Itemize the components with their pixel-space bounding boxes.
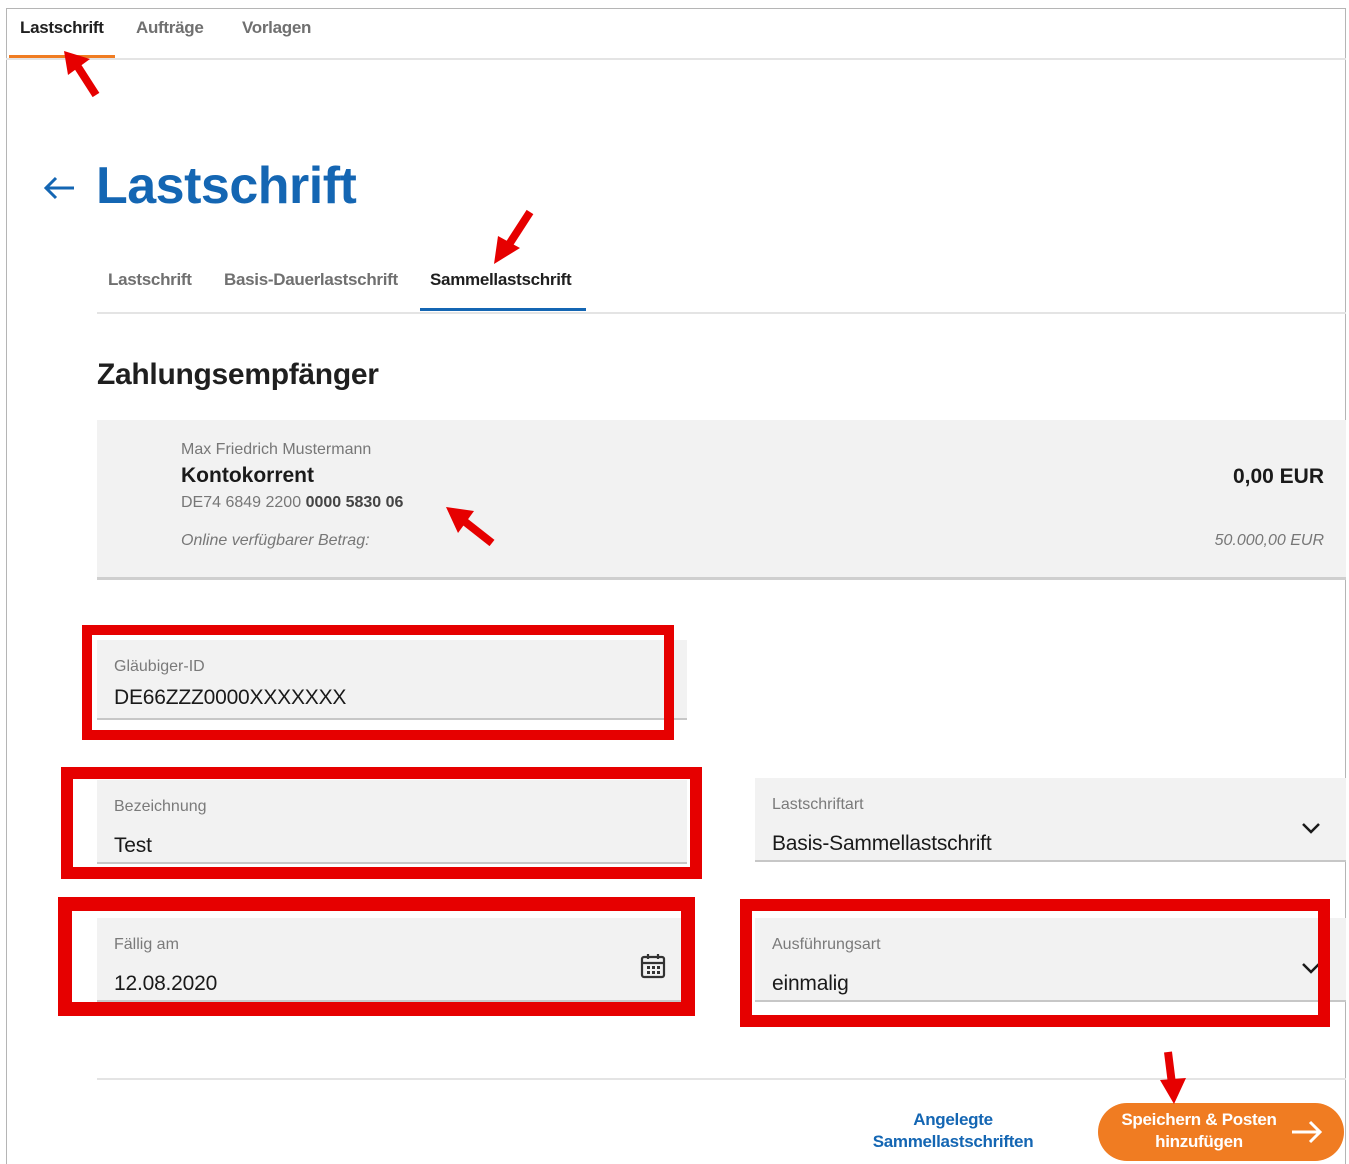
footer-divider (97, 1078, 1346, 1080)
available-amount-label: Online verfügbarer Betrag: (181, 532, 370, 549)
chevron-down-icon[interactable] (1297, 954, 1325, 982)
top-tab-vorlagen[interactable]: Vorlagen (242, 18, 311, 38)
bezeichnung-label: Bezeichnung (114, 798, 207, 815)
glaeubiger-id-field[interactable]: Gläubiger-ID DE66ZZZ0000XXXXXXX (97, 640, 687, 720)
save-button-label: Speichern & Posten hinzufügen (1112, 1109, 1286, 1153)
tab-basis-dauerlastschrift[interactable]: Basis-Dauerlastschrift (224, 270, 398, 290)
arrow-left-icon[interactable] (42, 170, 76, 206)
page-title: Lastschrift (96, 157, 357, 215)
top-tab-lastschrift[interactable]: Lastschrift (20, 18, 104, 38)
save-label-line-2: hinzufügen (1155, 1132, 1243, 1151)
glaeubiger-id-label: Gläubiger-ID (114, 658, 205, 675)
faellig-am-label: Fällig am (114, 936, 179, 953)
calendar-icon[interactable] (639, 952, 667, 980)
ausfuehrungsart-select[interactable]: Ausführungsart einmalig (755, 918, 1346, 1002)
ausfuehrungsart-label: Ausführungsart (772, 936, 881, 953)
tab-lastschrift[interactable]: Lastschrift (108, 270, 192, 290)
account-name: Kontokorrent (181, 464, 314, 487)
ausfuehrungsart-value: einmalig (772, 972, 849, 995)
iban-prefix: DE74 6849 2200 (181, 494, 302, 511)
link-line-2: Sammellastschriften (872, 1132, 1034, 1151)
active-tab-indicator (9, 55, 115, 58)
faellig-am-field[interactable]: Fällig am 12.08.2020 (97, 918, 687, 1002)
save-label-line-1: Speichern & Posten (1121, 1110, 1277, 1129)
save-and-add-items-button[interactable]: Speichern & Posten hinzufügen (1098, 1103, 1344, 1161)
available-amount-value: 50.000,00 EUR (1214, 532, 1324, 549)
account-balance: 0,00 EUR (1232, 465, 1324, 488)
sub-tab-bar: Lastschrift Basis-Dauerlastschrift Samme… (97, 262, 1346, 314)
bezeichnung-field[interactable]: Bezeichnung Test (97, 780, 687, 864)
account-iban: DE74 6849 2200 0000 5830 06 (181, 494, 403, 512)
lastschriftart-select[interactable]: Lastschriftart Basis-Sammellastschrift (755, 778, 1346, 862)
iban-suffix: 0000 5830 06 (305, 494, 404, 511)
chevron-down-icon[interactable] (1297, 814, 1325, 842)
faellig-am-value: 12.08.2020 (114, 972, 218, 995)
arrow-right-icon (1292, 1120, 1323, 1144)
section-title: Zahlungsempfänger (97, 358, 379, 391)
top-tab-bar: Lastschrift Aufträge Vorlagen (6, 8, 1346, 60)
lastschriftart-label: Lastschriftart (772, 796, 864, 813)
account-card[interactable]: Max Friedrich Mustermann Kontokorrent DE… (97, 420, 1346, 580)
angelegte-sammellastschriften-link[interactable]: Angelegte Sammellastschriften (862, 1109, 1044, 1153)
top-tab-auftraege[interactable]: Aufträge (136, 18, 204, 38)
link-line-1: Angelegte (913, 1110, 993, 1129)
active-subtab-indicator (420, 308, 586, 311)
glaeubiger-id-value: DE66ZZZ0000XXXXXXX (114, 686, 347, 709)
account-holder: Max Friedrich Mustermann (181, 441, 372, 458)
lastschriftart-value: Basis-Sammellastschrift (772, 832, 992, 855)
tab-sammellastschrift[interactable]: Sammellastschrift (430, 270, 572, 290)
bezeichnung-value: Test (114, 834, 152, 857)
